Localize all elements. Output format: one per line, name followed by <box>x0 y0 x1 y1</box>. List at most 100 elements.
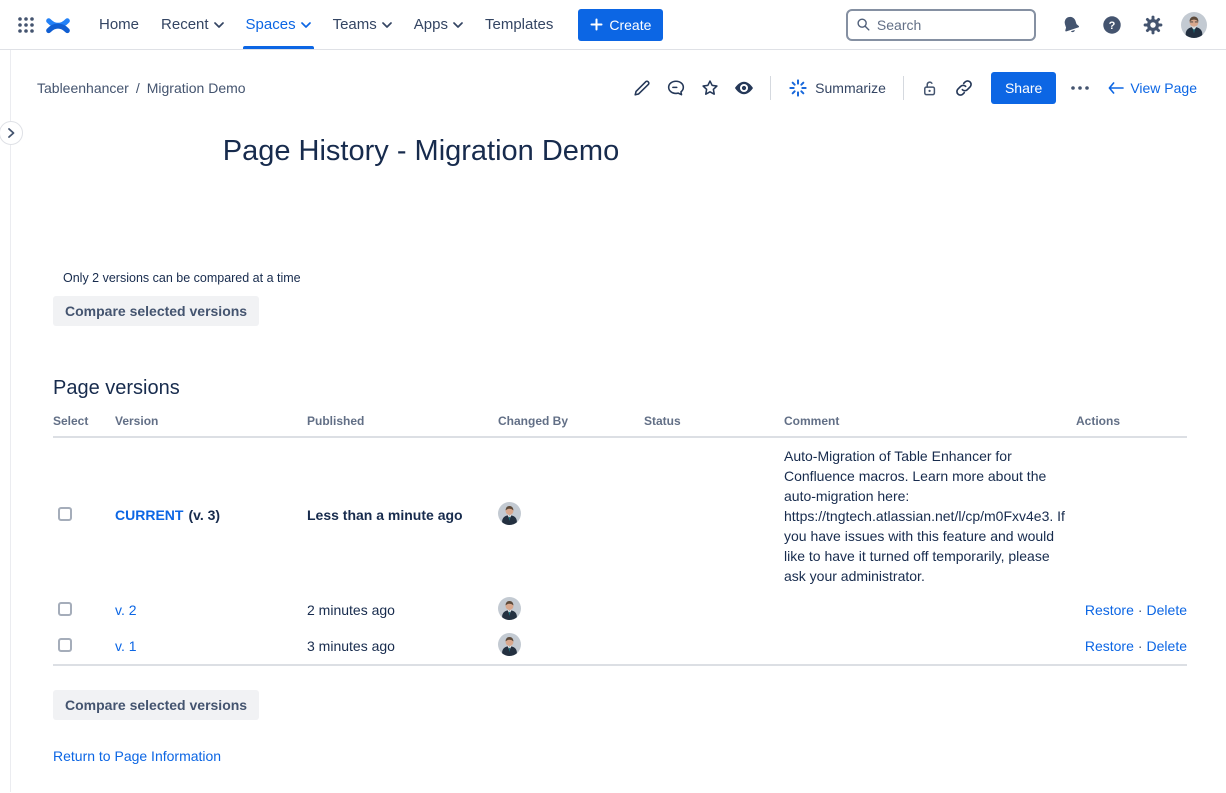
versions-table: Select Version Published Changed By Stat… <box>53 412 1187 666</box>
create-button[interactable]: Create <box>578 9 663 41</box>
header-actions: Actions <box>1076 414 1187 428</box>
summarize-label: Summarize <box>815 80 886 96</box>
restrictions-button[interactable] <box>915 73 945 103</box>
profile-button[interactable] <box>1178 9 1210 41</box>
compare-selected-versions-button-bottom[interactable]: Compare selected versions <box>53 690 259 720</box>
svg-text:?: ? <box>1109 19 1116 31</box>
nav-templates[interactable]: Templates <box>474 0 564 49</box>
summarize-button[interactable]: Summarize <box>782 73 892 103</box>
table-header-row: Select Version Published Changed By Stat… <box>53 412 1187 438</box>
comment-cell <box>784 639 1076 653</box>
app-grid-icon <box>16 15 36 35</box>
published-cell: 3 minutes ago <box>307 638 498 654</box>
version-checkbox[interactable] <box>58 507 72 521</box>
help-icon: ? <box>1101 14 1123 36</box>
published-cell: Less than a minute ago <box>307 507 498 523</box>
chevron-down-icon <box>453 21 463 29</box>
share-button[interactable]: Share <box>991 72 1056 104</box>
breadcrumb-page-link[interactable]: Migration Demo <box>147 80 246 96</box>
delete-link[interactable]: Delete <box>1147 602 1187 618</box>
header-status: Status <box>644 414 784 428</box>
nav-teams-label: Teams <box>333 16 377 33</box>
version-link[interactable]: v. 1 <box>115 638 137 654</box>
unlock-icon <box>919 78 940 99</box>
nav-apps[interactable]: Apps <box>403 0 474 49</box>
header-changed-by: Changed By <box>498 414 644 428</box>
arrow-left-icon <box>1108 82 1124 94</box>
compare-note: Only 2 versions can be compared at a tim… <box>63 271 1226 285</box>
main-menu: Home Recent Spaces Teams Apps Templates <box>88 0 564 49</box>
link-icon <box>953 77 975 99</box>
more-actions-button[interactable] <box>1064 73 1096 103</box>
notifications-button[interactable] <box>1055 9 1087 41</box>
nav-templates-label: Templates <box>485 16 553 33</box>
expand-sidebar-button[interactable] <box>0 121 23 145</box>
ellipsis-icon <box>1070 85 1090 91</box>
nav-recent[interactable]: Recent <box>150 0 235 49</box>
breadcrumb-space-link[interactable]: Tableenhancer <box>37 80 129 96</box>
edit-button[interactable] <box>627 73 657 103</box>
delete-link[interactable]: Delete <box>1147 638 1187 654</box>
search-box[interactable] <box>846 9 1036 41</box>
chevron-right-icon <box>6 127 16 139</box>
confluence-logo[interactable] <box>42 9 74 41</box>
copy-link-button[interactable] <box>949 73 979 103</box>
header-comment: Comment <box>784 414 1076 428</box>
main-content: Page History - Migration Demo Only 2 ver… <box>11 134 1226 766</box>
pencil-icon <box>631 77 653 99</box>
page-title: Page History - Migration Demo <box>53 134 789 168</box>
confluence-logo-icon <box>45 12 71 38</box>
version-suffix: (v. 3) <box>188 507 220 523</box>
nav-spaces[interactable]: Spaces <box>235 0 322 49</box>
toolbar-divider <box>770 76 771 100</box>
changed-by-avatar[interactable] <box>498 597 521 620</box>
favorite-button[interactable] <box>695 73 725 103</box>
view-page-link[interactable]: View Page <box>1108 80 1197 96</box>
action-separator: · <box>1138 602 1143 618</box>
chevron-down-icon <box>382 21 392 29</box>
breadcrumb-toolbar-row: Tableenhancer / Migration Demo <box>11 50 1226 114</box>
search-input[interactable] <box>877 17 1026 33</box>
table-row-v2: v. 2 2 minutes ago <box>53 592 1187 628</box>
chevron-down-icon <box>301 21 311 29</box>
watch-button[interactable] <box>729 73 759 103</box>
changed-by-avatar[interactable] <box>498 633 521 656</box>
nav-home-label: Home <box>99 16 139 33</box>
search-icon <box>856 16 871 33</box>
eye-icon <box>733 77 755 99</box>
restore-link[interactable]: Restore <box>1085 638 1134 654</box>
page-versions-heading: Page versions <box>53 376 1226 400</box>
action-separator: · <box>1138 638 1143 654</box>
restore-link[interactable]: Restore <box>1085 602 1134 618</box>
version-checkbox[interactable] <box>58 638 72 652</box>
gear-icon <box>1142 14 1164 36</box>
comment-button[interactable] <box>661 73 691 103</box>
help-button[interactable]: ? <box>1096 9 1128 41</box>
nav-home[interactable]: Home <box>88 0 150 49</box>
changed-by-avatar[interactable] <box>498 502 521 525</box>
settings-button[interactable] <box>1137 9 1169 41</box>
version-link[interactable]: v. 2 <box>115 602 137 618</box>
header-published: Published <box>307 414 498 428</box>
breadcrumb: Tableenhancer / Migration Demo <box>37 80 246 96</box>
app-switcher-button[interactable] <box>10 9 42 41</box>
version-checkbox[interactable] <box>58 602 72 616</box>
bell-icon <box>1060 14 1082 36</box>
toolbar-divider <box>903 76 904 100</box>
page-toolbar: Summarize Share <box>627 72 1197 104</box>
comment-cell <box>784 603 1076 617</box>
nav-teams[interactable]: Teams <box>322 0 403 49</box>
header-version: Version <box>115 414 307 428</box>
ai-sparkle-icon <box>788 78 808 98</box>
nav-spaces-label: Spaces <box>246 16 296 33</box>
nav-recent-label: Recent <box>161 16 209 33</box>
table-row-current: CURRENT (v. 3) Less than a minute ago <box>53 438 1187 592</box>
compare-selected-versions-button-top[interactable]: Compare selected versions <box>53 296 259 326</box>
page-container: Tableenhancer / Migration Demo <box>10 50 1226 792</box>
plus-icon <box>590 18 603 31</box>
comment-icon <box>665 77 687 99</box>
return-to-page-information-link[interactable]: Return to Page Information <box>53 748 221 764</box>
version-current-link[interactable]: CURRENT <box>115 507 183 523</box>
nav-apps-label: Apps <box>414 16 448 33</box>
user-avatar <box>1181 12 1207 38</box>
